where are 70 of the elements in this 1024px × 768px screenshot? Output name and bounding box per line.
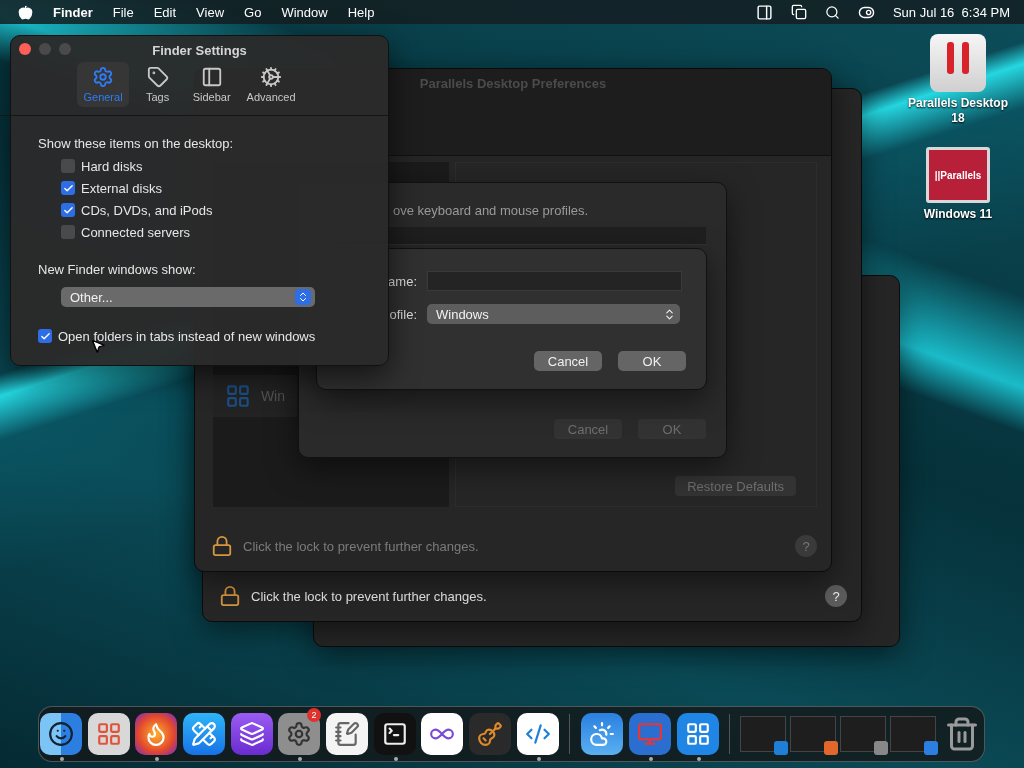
checkbox-label: Hard disks (81, 158, 143, 174)
code-icon[interactable] (516, 713, 559, 755)
menu-item[interactable]: View (196, 4, 225, 20)
notepad-icon[interactable] (325, 713, 368, 755)
lock-icon[interactable] (211, 535, 233, 557)
new-window-select[interactable]: Other... (61, 287, 315, 307)
window-thumbnail[interactable] (790, 716, 837, 752)
gears-icon (260, 66, 283, 88)
checkbox-label: Open folders in tabs instead of new windows (58, 328, 316, 344)
menu-item[interactable]: Help (347, 4, 375, 20)
checkbox-label: External disks (81, 180, 162, 196)
panel-icon[interactable] (755, 3, 773, 21)
settings-tab[interactable]: Advanced (240, 62, 302, 107)
window-thumbnail[interactable] (840, 716, 887, 752)
checkbox[interactable] (61, 203, 75, 217)
desktop-icon-label[interactable]: Windows 11 (923, 207, 993, 222)
field-label: ame: (387, 273, 417, 289)
settings-icon[interactable] (278, 713, 321, 755)
menu-item[interactable]: Go (244, 4, 262, 20)
window-title: Finder Settings (152, 43, 247, 58)
terminal-icon[interactable] (373, 713, 416, 755)
flame-icon[interactable] (135, 713, 178, 755)
clock[interactable]: Sun Jul 16 6:34 PM (892, 4, 1010, 20)
gear-icon (92, 66, 114, 88)
window-thumbnail[interactable] (890, 716, 937, 752)
checkbox[interactable] (38, 329, 52, 343)
settings-tab[interactable]: Sidebar (186, 62, 237, 107)
tag-icon (146, 66, 169, 88)
lock-text: Click the lock to prevent further changes. (243, 538, 479, 554)
checkbox-label: Connected servers (81, 224, 191, 240)
sheet-text: ove keyboard and mouse profiles. (393, 203, 589, 218)
grid-icon[interactable] (87, 713, 130, 755)
section-heading: Show these items on the desktop: (38, 136, 235, 151)
lock-icon[interactable] (219, 585, 241, 607)
desktop-icon-label[interactable]: Parallels Desktop 18 (900, 96, 1016, 126)
infinity-icon[interactable] (421, 713, 464, 755)
cloud-sun-icon[interactable] (581, 713, 624, 755)
menu-item[interactable]: File (112, 4, 134, 20)
notification-badge: 2 (307, 708, 322, 722)
close-button[interactable] (19, 43, 31, 55)
settings-tab[interactable]: Tags (132, 62, 183, 107)
four-squares-icon[interactable] (676, 713, 719, 755)
sidebar-icon (200, 66, 223, 88)
smile-icon[interactable] (39, 713, 82, 755)
section-heading: New Finder windows show: (38, 262, 197, 277)
window-thumbnail[interactable] (740, 716, 787, 752)
menu-item[interactable]: Edit (153, 4, 177, 20)
checkbox[interactable] (61, 159, 75, 173)
menu-item[interactable]: Finder (53, 4, 93, 20)
lock-text: Click the lock to prevent further changes. (251, 588, 487, 604)
monitor-icon[interactable]: ||Parallels (926, 147, 990, 203)
windows-icon[interactable] (790, 4, 807, 20)
drive-icon[interactable] (930, 34, 986, 92)
updown-chevron-icon (663, 307, 676, 321)
profile-select[interactable]: Windows (427, 304, 680, 324)
updown-chevron-icon (295, 289, 311, 305)
checkbox-label: CDs, DVDs, and iPods (81, 202, 213, 218)
menu-item[interactable]: Window (281, 4, 328, 20)
help-button[interactable]: ? (825, 585, 847, 607)
apple-icon[interactable] (18, 4, 33, 20)
dialog-button[interactable]: OK (618, 351, 686, 371)
search-icon[interactable] (824, 4, 840, 20)
checkbox[interactable] (61, 225, 75, 239)
dialog-button[interactable]: Cancel (534, 351, 602, 371)
checkbox[interactable] (61, 181, 75, 195)
monitor-icon[interactable] (628, 713, 671, 755)
field-label: ofile: (388, 306, 417, 322)
layers-icon[interactable] (230, 713, 273, 755)
pencil-ruler-icon[interactable] (182, 713, 225, 755)
guitar-icon[interactable] (468, 713, 511, 755)
